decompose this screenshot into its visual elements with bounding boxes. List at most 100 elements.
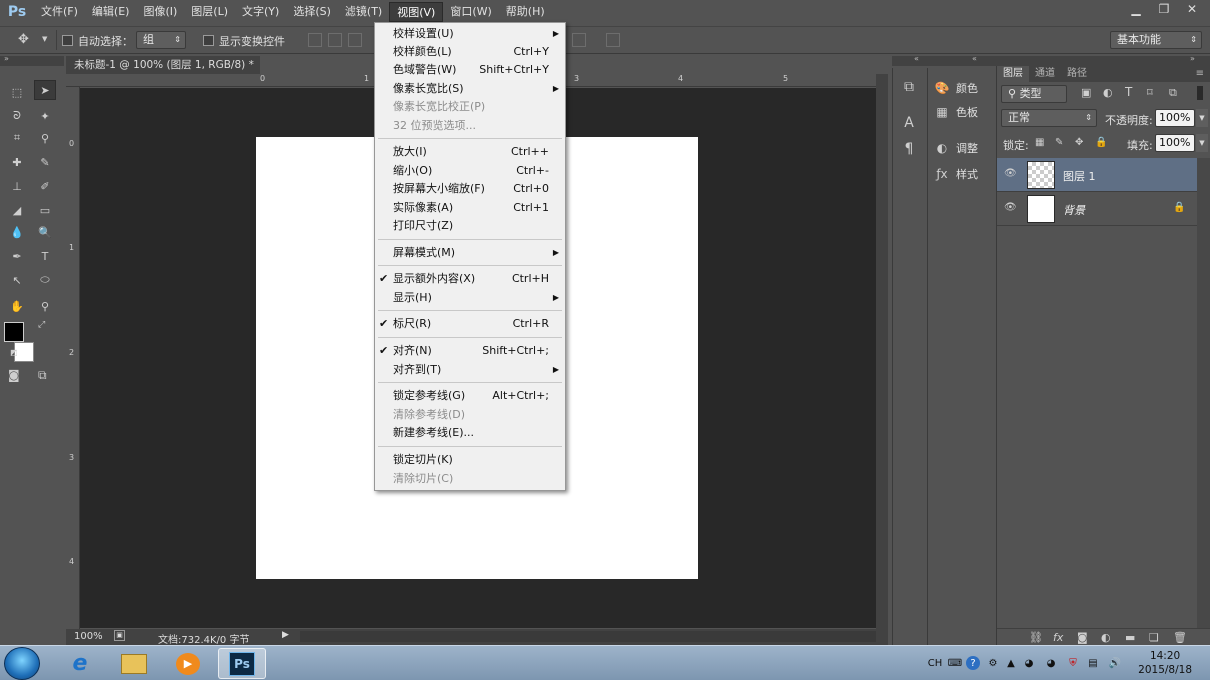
help-icon[interactable]: ? <box>966 656 980 670</box>
menu-filter[interactable]: 滤镜(T) <box>338 2 389 22</box>
collapse-icon[interactable]: » <box>1190 54 1195 63</box>
network-icon[interactable]: ▤ <box>1086 656 1100 670</box>
panel-menu-icon[interactable]: ≡ <box>1190 66 1210 82</box>
menu-edit[interactable]: 编辑(E) <box>85 2 137 22</box>
menu-item-fit-screen[interactable]: 按屏幕大小缩放(F) Ctrl+0 <box>375 180 565 198</box>
media-player-icon[interactable]: ▶ <box>164 648 212 679</box>
tab-channels[interactable]: 通道 <box>1029 66 1061 82</box>
eyedropper-tool-icon[interactable]: ⚲ <box>34 128 56 148</box>
gradient-tool-icon[interactable]: ▭ <box>34 200 56 220</box>
menu-help[interactable]: 帮助(H) <box>499 2 552 22</box>
menu-item-extras[interactable]: ✔ 显示额外内容(X) Ctrl+H <box>375 270 565 288</box>
language-indicator[interactable]: CH <box>926 656 944 670</box>
menu-item-zoom-out[interactable]: 缩小(O) Ctrl+- <box>375 162 565 180</box>
menu-item-pixel-aspect-ratio[interactable]: 像素长宽比(S) ▶ <box>375 80 565 98</box>
tab-layers[interactable]: 图层 <box>997 66 1029 82</box>
magic-wand-tool-icon[interactable]: ✦ <box>34 106 56 126</box>
default-colors-icon[interactable]: ◩ <box>10 348 18 357</box>
menu-select[interactable]: 选择(S) <box>286 2 338 22</box>
share-icon[interactable]: ▣ <box>114 630 125 641</box>
history-panel-icon[interactable]: ⧉ <box>896 76 922 98</box>
document-tab[interactable]: 未标题-1 @ 100% (图层 1, RGB/8) * × <box>66 56 260 74</box>
distribute-icon[interactable] <box>572 33 586 47</box>
show-transform-checkbox[interactable] <box>203 35 214 46</box>
menu-item-proof-setup[interactable]: 校样设置(U) ▶ <box>375 25 565 43</box>
qq-icon[interactable]: ◕ <box>1022 656 1036 670</box>
internet-explorer-icon[interactable]: e <box>56 648 104 679</box>
minimize-icon[interactable]: ▁ <box>1122 0 1150 18</box>
restore-icon[interactable]: ❐ <box>1150 0 1178 18</box>
lasso-tool-icon[interactable]: ᘐ <box>6 106 28 126</box>
brush-tool-icon[interactable]: ✎ <box>34 152 56 172</box>
lock-all-icon[interactable]: 🔒 <box>1095 137 1107 148</box>
clone-stamp-tool-icon[interactable]: ⊥ <box>6 176 28 196</box>
close-icon[interactable]: ✕ <box>1178 0 1206 18</box>
workspace-dropdown[interactable]: 基本功能 ⇕ <box>1110 31 1202 49</box>
menu-item-screen-mode[interactable]: 屏幕模式(M) ▶ <box>375 244 565 262</box>
menu-item-zoom-in[interactable]: 放大(I) Ctrl++ <box>375 143 565 161</box>
show-hidden-icons-icon[interactable]: ▲ <box>1004 656 1018 670</box>
menu-file[interactable]: 文件(F) <box>34 2 85 22</box>
opacity-input[interactable]: 100% <box>1155 109 1195 127</box>
tab-paths[interactable]: 路径 <box>1061 66 1093 82</box>
dodge-tool-icon[interactable]: 🔍 <box>34 222 56 242</box>
menu-item-print-size[interactable]: 打印尺寸(Z) <box>375 217 565 235</box>
path-selection-tool-icon[interactable]: ↖ <box>6 270 28 290</box>
file-explorer-icon[interactable] <box>110 648 158 679</box>
collapse-icon[interactable]: « <box>972 54 977 63</box>
menu-layer[interactable]: 图层(L) <box>184 2 235 22</box>
move-tool-icon[interactable]: ✥ <box>18 32 29 47</box>
styles-panel-button[interactable]: ƒx 样式 <box>934 164 992 184</box>
crop-tool-icon[interactable]: ⌗ <box>6 128 28 148</box>
menu-item-actual-pixels[interactable]: 实际像素(A) Ctrl+1 <box>375 199 565 217</box>
swap-colors-icon[interactable]: ⤢ <box>38 320 45 330</box>
security-icon[interactable]: ⛨ <box>1066 656 1080 670</box>
filter-pixel-icon[interactable]: ▣ <box>1081 86 1091 99</box>
menu-item-rulers[interactable]: ✔ 标尺(R) Ctrl+R <box>375 315 565 333</box>
clock[interactable]: 14:20 2015/8/18 <box>1138 649 1192 677</box>
healing-brush-tool-icon[interactable]: ✚ <box>6 152 28 172</box>
menu-view[interactable]: 视图(V) <box>389 2 444 22</box>
tray-settings-icon[interactable]: ⚙ <box>986 656 1000 670</box>
new-adjustment-icon[interactable]: ◐ <box>1101 631 1111 644</box>
blur-tool-icon[interactable]: 💧 <box>6 222 28 242</box>
align-vcenter-icon[interactable] <box>328 33 342 47</box>
fill-arrow-icon[interactable]: ▼ <box>1196 134 1208 152</box>
status-menu-arrow-icon[interactable]: ▶ <box>282 630 289 640</box>
ruler-vertical[interactable]: 0 1 2 3 4 <box>66 87 80 629</box>
blend-mode-dropdown[interactable]: 正常 ⇕ <box>1001 109 1097 127</box>
menu-item-gamut-warning[interactable]: 色域警告(W) Shift+Ctrl+Y <box>375 61 565 79</box>
quick-mask-icon[interactable]: ◙ <box>8 368 20 382</box>
menu-item-proof-colors[interactable]: 校样颜色(L) Ctrl+Y <box>375 43 565 61</box>
filter-toggle[interactable] <box>1197 86 1203 100</box>
photoshop-taskbar-icon[interactable]: Ps <box>218 648 266 679</box>
hand-tool-icon[interactable]: ✋ <box>6 296 28 316</box>
screen-mode-icon[interactable]: ⧉ <box>38 368 47 383</box>
filter-smart-object-icon[interactable]: ⧉ <box>1169 86 1177 100</box>
type-tool-icon[interactable]: T <box>34 246 56 266</box>
eraser-tool-icon[interactable]: ◢ <box>6 200 28 220</box>
move-tool-icon[interactable]: ➤ <box>34 80 56 100</box>
menu-item-new-guide[interactable]: 新建参考线(E)... <box>375 424 565 442</box>
new-layer-icon[interactable]: ❏ <box>1149 631 1159 644</box>
trash-icon[interactable]: 🗑 <box>1173 631 1187 644</box>
align-top-icon[interactable] <box>308 33 322 47</box>
add-mask-icon[interactable]: ◙ <box>1077 631 1088 644</box>
adjustments-panel-button[interactable]: ◐ 调整 <box>934 138 992 158</box>
history-brush-tool-icon[interactable]: ✐ <box>34 176 56 196</box>
zoom-level[interactable]: 100% <box>74 631 103 642</box>
ellipse-tool-icon[interactable]: ⬭ <box>34 270 56 290</box>
layer-filter-dropdown[interactable]: ⚲ 类型 <box>1001 85 1067 103</box>
volume-icon[interactable]: 🔊 <box>1108 656 1122 670</box>
auto-select-dropdown[interactable]: 组 ⇕ <box>136 31 186 49</box>
marquee-tool-icon[interactable]: ⬚ <box>6 82 28 102</box>
paragraph-panel-icon[interactable]: ¶ <box>896 138 922 160</box>
vertical-scrollbar[interactable] <box>876 74 888 629</box>
auto-align-icon[interactable] <box>606 33 620 47</box>
menu-window[interactable]: 窗口(W) <box>443 2 498 22</box>
filter-adjustment-icon[interactable]: ◐ <box>1103 86 1113 99</box>
eye-icon[interactable]: 👁 <box>1004 168 1017 179</box>
collapse-icon[interactable]: » <box>4 54 9 63</box>
menu-item-show[interactable]: 显示(H) ▶ <box>375 289 565 307</box>
chevron-down-icon[interactable]: ▼ <box>42 35 47 43</box>
